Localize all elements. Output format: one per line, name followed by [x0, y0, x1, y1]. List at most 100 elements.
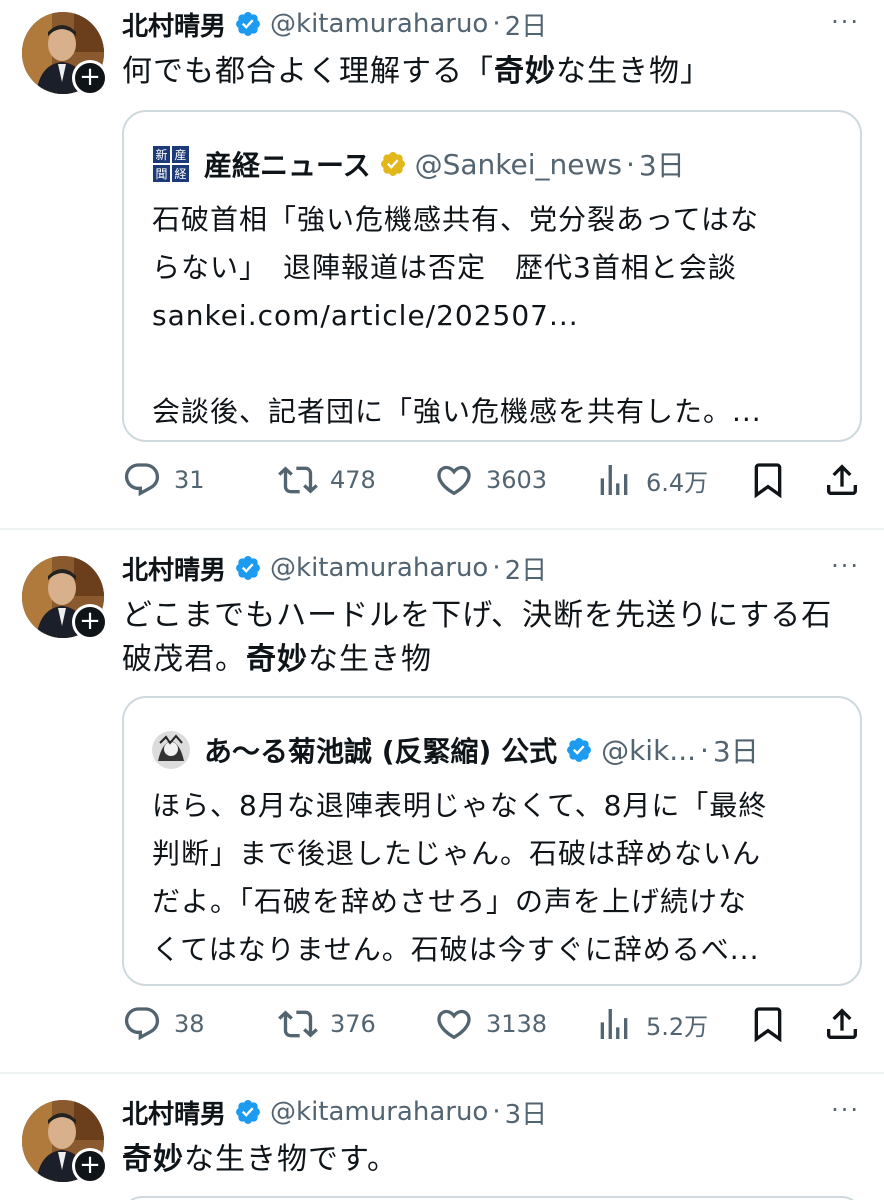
- verified-badge-icon: [236, 556, 260, 580]
- quote-author-handle[interactable]: @kik...: [601, 734, 696, 767]
- separator-dot: ·: [492, 553, 501, 583]
- reply-button[interactable]: 38: [122, 1004, 205, 1044]
- tweet-text: 奇妙な生き物です。: [122, 1138, 862, 1182]
- quote-line: 判断」まで後退したじゃん。石破は辞めないん: [152, 837, 762, 870]
- quote-tweet-card[interactable]: [122, 1196, 862, 1200]
- views-count: 5.2万: [646, 1012, 709, 1041]
- views-count: 6.4万: [646, 468, 709, 497]
- views-button[interactable]: 6.4万: [594, 460, 708, 500]
- more-options-icon[interactable]: ···: [831, 552, 860, 580]
- tweet-header: 北村晴男 @kitamuraharuo · 2日: [122, 4, 547, 44]
- quote-line: ほら、8月な退陣表明じゃなくて、8月に「最終: [152, 789, 768, 822]
- author-avatar[interactable]: +: [22, 12, 108, 96]
- verified-gold-badge-icon: [380, 152, 405, 176]
- quote-author-handle[interactable]: @Sankei_news: [415, 148, 622, 181]
- author-handle[interactable]: @kitamuraharuo: [270, 553, 488, 583]
- views-bar-icon: [600, 465, 628, 495]
- tweet-text-part: な生き物」: [556, 54, 711, 89]
- svg-text:新: 新: [155, 147, 167, 162]
- quote-header: 新 産 聞 経 産経ニュース @Sankei_news · 3日: [152, 144, 685, 184]
- tweet-time[interactable]: 2日: [505, 6, 548, 43]
- reply-icon: [124, 463, 160, 497]
- bookmark-icon[interactable]: [748, 1004, 788, 1044]
- follow-plus-button[interactable]: +: [72, 604, 108, 640]
- separator-dot: ·: [492, 9, 501, 39]
- like-button[interactable]: 3603: [434, 460, 547, 500]
- retweet-count: 376: [330, 1010, 376, 1038]
- tweet[interactable]: + 北村晴男 @kitamuraharuo · 2日 ··· どこまでもハードル…: [0, 530, 884, 1070]
- quote-line: [152, 340, 842, 388]
- views-bar-icon: [600, 1009, 628, 1039]
- tweet-actions: 31 478 3603 6.4万: [122, 460, 862, 500]
- tweet-time[interactable]: 2日: [505, 550, 548, 587]
- separator-dot: ·: [700, 733, 709, 767]
- verified-badge-icon: [236, 1100, 260, 1124]
- like-count: 3603: [486, 466, 548, 494]
- reply-count: 38: [174, 1010, 205, 1038]
- retweet-icon: [278, 1010, 318, 1038]
- tweet-text-bold: 奇妙: [246, 642, 308, 677]
- tweet-text-part: な生き物: [308, 642, 432, 677]
- tweet-text-bold: 奇妙: [494, 54, 556, 89]
- reply-count: 31: [174, 466, 205, 494]
- tweet-text: どこまでもハードルを下げ、決断を先送りにする石 破茂君。奇妙な生き物: [122, 594, 862, 682]
- tweet-text-line: 破茂君。奇妙な生き物: [122, 638, 862, 682]
- quote-time[interactable]: 3日: [639, 144, 685, 184]
- quote-header: あ〜る菊池誠 (反緊縮) 公式 @kik... · 3日: [152, 730, 759, 770]
- tweet-text-part: 破茂君。: [122, 642, 246, 677]
- separator-dot: ·: [625, 147, 635, 181]
- quote-text: ほら、8月な退陣表明じゃなくて、8月に「最終 判断」まで後退したじゃん。石破は辞…: [152, 782, 842, 974]
- quote-time[interactable]: 3日: [713, 730, 759, 770]
- tweet-header: 北村晴男 @kitamuraharuo · 2日: [122, 548, 547, 588]
- author-name[interactable]: 北村晴男: [122, 1094, 226, 1131]
- tweet[interactable]: + 北村晴男 @kitamuraharuo · 2日 ··· 何でも都合よく理解…: [0, 0, 884, 528]
- author-name[interactable]: 北村晴男: [122, 550, 226, 587]
- like-button[interactable]: 3138: [434, 1004, 547, 1044]
- tweet-header: 北村晴男 @kitamuraharuo · 3日: [122, 1092, 547, 1132]
- tweet[interactable]: + 北村晴男 @kitamuraharuo · 3日 ··· 奇妙な生き物です。: [0, 1074, 884, 1200]
- verified-badge-icon: [236, 12, 260, 36]
- tweet-actions: 38 376 3138 5.2万: [122, 1004, 862, 1044]
- tweet-text-part: 何でも都合よく理解する「: [122, 54, 494, 89]
- like-count: 3138: [486, 1010, 548, 1038]
- share-icon[interactable]: [822, 1004, 862, 1044]
- quote-author-name[interactable]: 産経ニュース: [204, 144, 371, 184]
- more-options-icon[interactable]: ···: [831, 8, 860, 36]
- follow-plus-button[interactable]: +: [72, 1148, 108, 1184]
- retweet-button[interactable]: 478: [278, 460, 376, 500]
- quote-tweet-card[interactable]: あ〜る菊池誠 (反緊縮) 公式 @kik... · 3日 ほら、8月な退陣表明じ…: [122, 696, 862, 986]
- author-avatar[interactable]: +: [22, 1100, 108, 1184]
- svg-text:経: 経: [174, 167, 186, 181]
- quote-line: 石破首相「強い危機感共有、党分裂あってはな: [152, 203, 760, 236]
- tweet-time[interactable]: 3日: [505, 1094, 548, 1131]
- quote-author-name[interactable]: あ〜る菊池誠 (反緊縮) 公式: [204, 730, 557, 770]
- quote-text: 石破首相「強い危機感共有、党分裂あってはな らない」 退陣報道は否定 歴代3首相…: [152, 196, 842, 436]
- bookmark-icon[interactable]: [748, 460, 788, 500]
- tweet-text-bold: 奇妙: [122, 1142, 184, 1177]
- share-icon[interactable]: [822, 460, 862, 500]
- quote-line: らない」 退陣報道は否定 歴代3首相と会談: [152, 251, 737, 284]
- tweet-text: 何でも都合よく理解する「奇妙な生き物」: [122, 50, 862, 94]
- svg-text:聞: 聞: [155, 167, 167, 181]
- separator-dot: ·: [492, 1097, 501, 1127]
- sankei-logo-icon: 新 産 聞 経: [152, 145, 190, 183]
- reply-button[interactable]: 31: [122, 460, 205, 500]
- author-avatar[interactable]: +: [22, 556, 108, 640]
- follow-plus-button[interactable]: +: [72, 60, 108, 96]
- svg-text:産: 産: [174, 147, 186, 162]
- reply-icon: [124, 1007, 160, 1041]
- quote-author-avatar-icon: [152, 731, 190, 769]
- tweet-text-part: な生き物です。: [184, 1142, 398, 1177]
- retweet-count: 478: [330, 466, 376, 494]
- author-handle[interactable]: @kitamuraharuo: [270, 1097, 488, 1127]
- quote-tweet-card[interactable]: 新 産 聞 経 産経ニュース @Sankei_news · 3日 石破首相「強い…: [122, 110, 862, 442]
- views-button[interactable]: 5.2万: [594, 1004, 708, 1044]
- heart-icon: [437, 1009, 471, 1040]
- more-options-icon[interactable]: ···: [831, 1096, 860, 1124]
- quote-line: 会談後、記者団に「強い危機感を共有した。...: [152, 395, 762, 428]
- author-handle[interactable]: @kitamuraharuo: [270, 9, 488, 39]
- retweet-button[interactable]: 376: [278, 1004, 376, 1044]
- author-name[interactable]: 北村晴男: [122, 6, 226, 43]
- heart-icon: [437, 465, 471, 496]
- quote-link[interactable]: sankei.com/article/202507...: [152, 292, 842, 340]
